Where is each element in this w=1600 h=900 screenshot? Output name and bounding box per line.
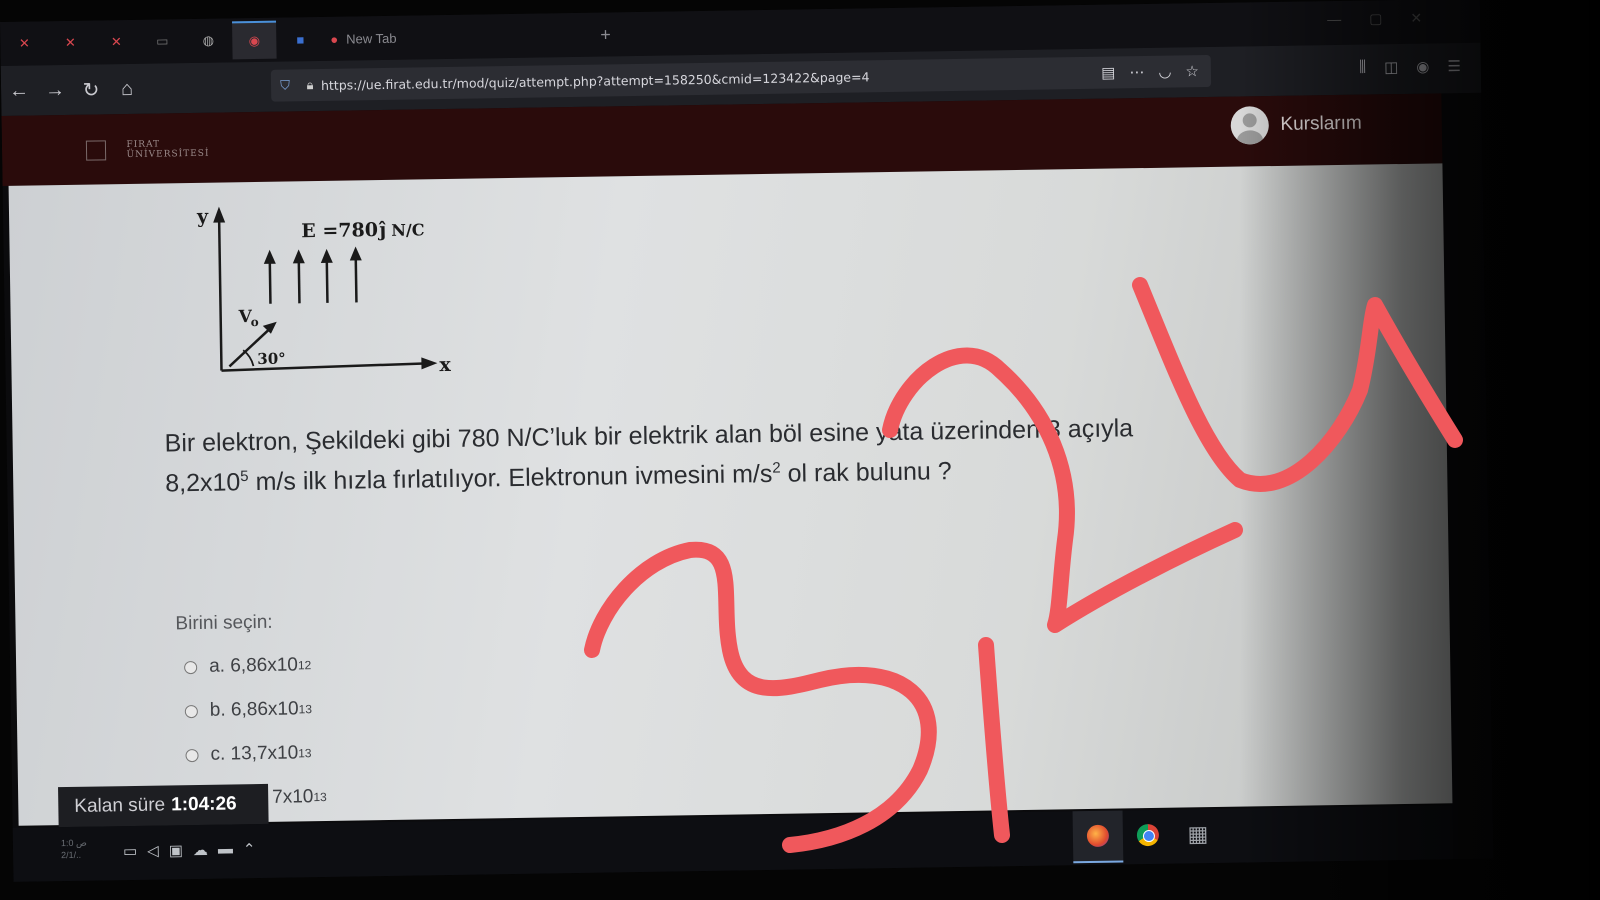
pinned-tab[interactable]: ■	[278, 21, 323, 58]
field-unit: N/C	[391, 220, 424, 240]
field-arrow	[297, 257, 301, 304]
x-axis-label: x	[439, 354, 451, 376]
user-menu-label[interactable]: Kurslarım	[1280, 113, 1362, 136]
avatar[interactable]	[1230, 106, 1269, 145]
pinned-tab[interactable]: ▭	[140, 23, 185, 60]
monitor-screen: ✕ ✕ ✕ ▭ ◍ ◉ ■ ● New Tab + —▢✕ ← → ↻ ⌂ ⛉ …	[0, 0, 1494, 882]
user-menu[interactable]: Kurslarım	[1230, 105, 1362, 145]
angle-arc	[242, 349, 255, 367]
battery-icon[interactable]: ▬	[218, 840, 233, 858]
pinned-tab[interactable]: ✕	[48, 25, 93, 62]
pinned-tab[interactable]: ✕	[2, 25, 47, 62]
field-arrow	[325, 256, 329, 303]
back-button[interactable]: ←	[1, 79, 37, 103]
active-tab[interactable]: ◉	[232, 20, 277, 60]
library-icon[interactable]: ⫼	[1359, 59, 1366, 77]
answer-option-a[interactable]: a. 6,86x10 12	[184, 643, 325, 689]
question-text: Bir elektron, Şekildeki gibi 780 N/C’luk…	[164, 414, 1134, 498]
shield-icon[interactable]: ⛉	[271, 77, 299, 93]
new-tab-button[interactable]: +	[600, 24, 611, 45]
radio-button[interactable]	[185, 748, 199, 762]
chevron-up-icon[interactable]: ⌃	[243, 840, 256, 858]
globe-tab[interactable]: ◍	[186, 22, 231, 59]
reload-button[interactable]: ↻	[73, 77, 109, 103]
notification-icon[interactable]: ▭	[123, 842, 137, 860]
question-figure: y x E =780 ĵ N/C V o 30°	[196, 206, 452, 376]
firefox-icon: ●	[330, 31, 339, 47]
pinned-tab[interactable]: ✕	[94, 24, 139, 61]
answer-option-b[interactable]: b. 6,86x10 13	[184, 687, 326, 733]
university-logo[interactable]: FIRAT ÜNİVERSİTESİ	[85, 139, 210, 161]
quiz-content: y x E =780 ĵ N/C V o 30° Bir elektron, Ş…	[8, 163, 1453, 826]
field-label: E =780	[301, 219, 378, 242]
field-arrow	[354, 254, 358, 303]
quiz-timer: Kalan süre 1:04:26	[58, 783, 269, 828]
cloud-icon[interactable]: ☁	[193, 841, 208, 859]
lock-icon[interactable]: 🔒︎	[299, 77, 321, 93]
home-button[interactable]: ⌂	[109, 77, 145, 101]
pocket-icon[interactable]: ◡	[1158, 63, 1171, 81]
choose-prompt: Birini seçin:	[175, 611, 273, 635]
radio-button[interactable]	[184, 704, 198, 718]
field-arrow	[268, 257, 272, 304]
velocity-subscript: o	[251, 315, 259, 329]
volume-icon[interactable]: ◁	[147, 842, 159, 860]
reader-view-icon[interactable]: ▤	[1101, 63, 1115, 81]
window-controls[interactable]: —▢✕	[1327, 9, 1450, 28]
radio-button[interactable]	[184, 660, 198, 674]
nav-drawer-icon[interactable]	[85, 140, 107, 161]
taskbar-clock[interactable]: ص 1:0 2/1/..	[61, 837, 87, 861]
account-icon[interactable]: ◉	[1416, 58, 1429, 76]
tab-title: New Tab	[346, 30, 397, 47]
sidebar-icon[interactable]: ◫	[1384, 58, 1398, 76]
calculator-icon[interactable]: ▦	[1173, 809, 1224, 860]
address-bar[interactable]: ⛉ 🔒︎ https://ue.firat.edu.tr/mod/quiz/at…	[270, 54, 1212, 102]
timer-value: 1:04:26	[170, 793, 237, 816]
forward-button[interactable]: →	[37, 78, 73, 102]
bookmark-star-icon[interactable]: ☆	[1185, 62, 1199, 80]
y-axis	[217, 216, 223, 371]
pinned-apps: ▦	[1072, 809, 1224, 864]
chrome-taskbar-icon[interactable]	[1123, 810, 1174, 861]
timer-label: Kalan süre	[74, 794, 166, 817]
system-tray: ▭ ◁ ▣ ☁ ▬ ⌃	[123, 840, 256, 860]
tab-new-tab[interactable]: ● New Tab	[324, 19, 441, 57]
firefox-taskbar-icon[interactable]	[1072, 810, 1124, 864]
j-unit-vector: ĵ	[377, 219, 386, 241]
y-axis-label: y	[196, 206, 209, 228]
angle-label: 30°	[257, 350, 286, 368]
answer-option-c[interactable]: c. 13,7x10 13	[185, 731, 326, 777]
menu-icon[interactable]: ☰	[1447, 57, 1461, 75]
more-actions-icon[interactable]: ⋯	[1129, 63, 1144, 81]
url-text[interactable]: https://ue.firat.edu.tr/mod/quiz/attempt…	[321, 65, 1101, 93]
network-icon[interactable]: ▣	[169, 841, 183, 859]
